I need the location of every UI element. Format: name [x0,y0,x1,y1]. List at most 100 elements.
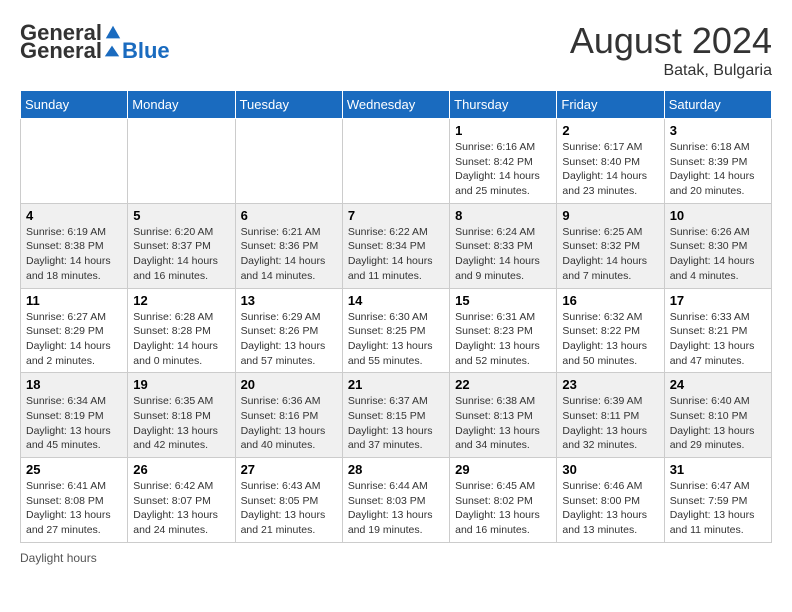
day-number: 4 [26,208,122,223]
day-number: 2 [562,123,658,138]
day-info: Sunrise: 6:39 AMSunset: 8:11 PMDaylight:… [562,394,658,453]
calendar-cell: 6Sunrise: 6:21 AMSunset: 8:36 PMDaylight… [235,203,342,288]
calendar-cell: 3 Sunrise: 6:18 AMSunset: 8:39 PMDaylight… [664,119,771,204]
calendar-week-row: 4 Sunrise: 6:19 AMSunset: 8:38 PMDaylight… [21,203,772,288]
day-number: 23 [562,377,658,392]
day-info: Sunrise: 6:46 AMSunset: 8:00 PMDaylight:… [562,479,658,538]
calendar-cell [342,119,449,204]
calendar-cell: 21Sunrise: 6:37 AMSunset: 8:15 PMDayligh… [342,373,449,458]
calendar-cell: 26 Sunrise: 6:42 AMSunset: 8:07 PMDayligh… [128,458,235,543]
calendar-cell: 10Sunrise: 6:26 AMSunset: 8:30 PMDayligh… [664,203,771,288]
day-info: Sunrise: 6:43 AMSunset: 8:05 PMDaylight:… [241,479,337,538]
calendar-cell: 27Sunrise: 6:43 AMSunset: 8:05 PMDayligh… [235,458,342,543]
day-info: Sunrise: 6:21 AMSunset: 8:36 PMDaylight:… [241,225,337,284]
day-info: Sunrise: 6:36 AMSunset: 8:16 PMDaylight:… [241,394,337,453]
page-header: General General Blue August 2024 Batak, … [20,20,772,80]
daylight-label: Daylight hours [20,551,97,565]
day-number: 15 [455,293,551,308]
day-info: Sunrise: 6:35 AMSunset: 8:18 PMDaylight:… [133,394,229,453]
day-info: Sunrise: 6:18 AMSunset: 8:39 PMDaylight:… [670,140,766,199]
calendar-cell: 12Sunrise: 6:28 AMSunset: 8:28 PMDayligh… [128,288,235,373]
day-info: Sunrise: 6:31 AMSunset: 8:23 PMDaylight:… [455,310,551,369]
logo-sail-icon [103,42,121,60]
calendar-header-friday: Friday [557,91,664,119]
day-info: Sunrise: 6:47 AMSunset: 7:59 PMDaylight:… [670,479,766,538]
calendar-cell: 2Sunrise: 6:17 AMSunset: 8:40 PMDaylight… [557,119,664,204]
title-block: August 2024 Batak, Bulgaria [570,20,772,80]
day-number: 9 [562,208,658,223]
calendar-header-saturday: Saturday [664,91,771,119]
calendar-header-sunday: Sunday [21,91,128,119]
day-number: 8 [455,208,551,223]
day-info: Sunrise: 6:16 AMSunset: 8:42 PMDaylight:… [455,140,551,199]
day-number: 14 [348,293,444,308]
day-number: 13 [241,293,337,308]
calendar-cell: 19Sunrise: 6:35 AMSunset: 8:18 PMDayligh… [128,373,235,458]
calendar-cell: 22 Sunrise: 6:38 AMSunset: 8:13 PMDayligh… [450,373,557,458]
calendar-cell: 24 Sunrise: 6:40 AMSunset: 8:10 PMDayligh… [664,373,771,458]
calendar-header-tuesday: Tuesday [235,91,342,119]
calendar-week-row: 11Sunrise: 6:27 AMSunset: 8:29 PMDayligh… [21,288,772,373]
day-number: 28 [348,462,444,477]
calendar-cell: 23 Sunrise: 6:39 AMSunset: 8:11 PMDayligh… [557,373,664,458]
calendar-cell: 7 Sunrise: 6:22 AMSunset: 8:34 PMDaylight… [342,203,449,288]
calendar-cell: 16Sunrise: 6:32 AMSunset: 8:22 PMDayligh… [557,288,664,373]
logo-general-text2: General [20,38,102,64]
calendar-cell: 14 Sunrise: 6:30 AMSunset: 8:25 PMDayligh… [342,288,449,373]
day-number: 5 [133,208,229,223]
day-number: 20 [241,377,337,392]
calendar-cell: 13Sunrise: 6:29 AMSunset: 8:26 PMDayligh… [235,288,342,373]
day-info: Sunrise: 6:24 AMSunset: 8:33 PMDaylight:… [455,225,551,284]
day-number: 25 [26,462,122,477]
day-info: Sunrise: 6:33 AMSunset: 8:21 PMDaylight:… [670,310,766,369]
day-info: Sunrise: 6:44 AMSunset: 8:03 PMDaylight:… [348,479,444,538]
logo: General General Blue [20,20,170,64]
day-number: 26 [133,462,229,477]
day-number: 18 [26,377,122,392]
calendar-cell: 29Sunrise: 6:45 AMSunset: 8:02 PMDayligh… [450,458,557,543]
day-number: 3 [670,123,766,138]
day-number: 31 [670,462,766,477]
calendar-cell: 25 Sunrise: 6:41 AMSunset: 8:08 PMDayligh… [21,458,128,543]
calendar-cell: 4 Sunrise: 6:19 AMSunset: 8:38 PMDaylight… [21,203,128,288]
day-number: 12 [133,293,229,308]
calendar-week-row: 18 Sunrise: 6:34 AMSunset: 8:19 PMDayligh… [21,373,772,458]
day-number: 17 [670,293,766,308]
day-number: 1 [455,123,551,138]
day-info: Sunrise: 6:22 AMSunset: 8:34 PMDaylight:… [348,225,444,284]
location: Batak, Bulgaria [570,62,772,80]
day-info: Sunrise: 6:19 AMSunset: 8:38 PMDaylight:… [26,225,122,284]
month-year: August 2024 [570,20,772,62]
day-info: Sunrise: 6:34 AMSunset: 8:19 PMDaylight:… [26,394,122,453]
calendar-header-wednesday: Wednesday [342,91,449,119]
calendar-cell [128,119,235,204]
logo-blue-text: Blue [122,38,170,64]
day-info: Sunrise: 6:37 AMSunset: 8:15 PMDaylight:… [348,394,444,453]
calendar-cell: 28 Sunrise: 6:44 AMSunset: 8:03 PMDayligh… [342,458,449,543]
calendar-cell: 5 Sunrise: 6:20 AMSunset: 8:37 PMDaylight… [128,203,235,288]
day-info: Sunrise: 6:38 AMSunset: 8:13 PMDaylight:… [455,394,551,453]
footer: Daylight hours [20,551,772,565]
calendar-cell [21,119,128,204]
day-number: 10 [670,208,766,223]
calendar-table: SundayMondayTuesdayWednesdayThursdayFrid… [20,90,772,543]
calendar-header-monday: Monday [128,91,235,119]
calendar-week-row: 1 Sunrise: 6:16 AMSunset: 8:42 PMDaylight… [21,119,772,204]
day-info: Sunrise: 6:30 AMSunset: 8:25 PMDaylight:… [348,310,444,369]
calendar-cell: 18 Sunrise: 6:34 AMSunset: 8:19 PMDayligh… [21,373,128,458]
day-number: 22 [455,377,551,392]
day-info: Sunrise: 6:32 AMSunset: 8:22 PMDaylight:… [562,310,658,369]
day-info: Sunrise: 6:41 AMSunset: 8:08 PMDaylight:… [26,479,122,538]
day-number: 7 [348,208,444,223]
calendar-cell: 8 Sunrise: 6:24 AMSunset: 8:33 PMDaylight… [450,203,557,288]
day-info: Sunrise: 6:42 AMSunset: 8:07 PMDaylight:… [133,479,229,538]
calendar-cell: 1 Sunrise: 6:16 AMSunset: 8:42 PMDaylight… [450,119,557,204]
day-number: 24 [670,377,766,392]
day-info: Sunrise: 6:20 AMSunset: 8:37 PMDaylight:… [133,225,229,284]
day-info: Sunrise: 6:27 AMSunset: 8:29 PMDaylight:… [26,310,122,369]
calendar-cell [235,119,342,204]
day-info: Sunrise: 6:40 AMSunset: 8:10 PMDaylight:… [670,394,766,453]
day-info: Sunrise: 6:25 AMSunset: 8:32 PMDaylight:… [562,225,658,284]
day-number: 30 [562,462,658,477]
calendar-header-row: SundayMondayTuesdayWednesdayThursdayFrid… [21,91,772,119]
